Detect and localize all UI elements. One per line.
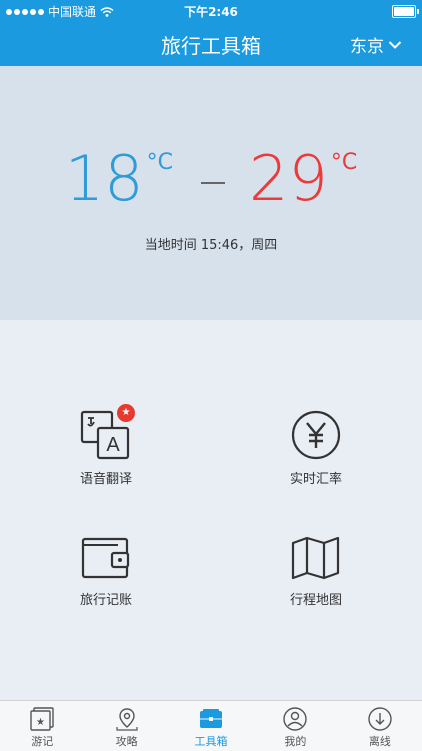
bottom-tab-bar: ★ 游记 攻略 工具箱 我的 离线 bbox=[0, 700, 422, 751]
map-icon bbox=[291, 536, 340, 580]
tab-label: 我的 bbox=[284, 735, 307, 748]
tab-label: 游记 bbox=[31, 735, 54, 748]
tool-label: 语音翻译 bbox=[79, 472, 132, 487]
tool-label: 行程地图 bbox=[289, 593, 342, 608]
tab-toolbox[interactable]: 工具箱 bbox=[169, 701, 253, 751]
header-bar: 中国联通 下午2:46 旅行工具箱 东京 bbox=[0, 0, 422, 66]
tab-label: 离线 bbox=[368, 735, 391, 748]
tab-mine[interactable]: 我的 bbox=[253, 701, 337, 751]
city-label: 东京 bbox=[350, 37, 384, 57]
yen-exchange-icon bbox=[291, 410, 341, 460]
new-badge: ★ bbox=[117, 404, 135, 422]
status-bar: 中国联通 下午2:46 bbox=[0, 0, 422, 22]
temperature-range: 18 °C 29 °C bbox=[0, 148, 422, 210]
location-pin-icon bbox=[116, 708, 138, 731]
range-dash bbox=[201, 182, 225, 184]
battery-icon bbox=[392, 5, 419, 18]
tool-travel-expense[interactable]: 旅行记账 bbox=[46, 535, 166, 608]
tab-label: 工具箱 bbox=[194, 735, 228, 748]
tab-travelogue[interactable]: ★ 游记 bbox=[0, 701, 84, 751]
toolbox-icon bbox=[200, 709, 223, 728]
tool-voice-translate[interactable]: A ★ 语音翻译 bbox=[46, 404, 166, 487]
tab-label: 攻略 bbox=[115, 735, 138, 748]
local-time: 当地时间 15:46，周四 bbox=[144, 238, 278, 253]
city-selector[interactable]: 东京 bbox=[350, 32, 402, 57]
tool-label: 实时汇率 bbox=[289, 472, 342, 487]
low-temperature-unit: °C bbox=[146, 150, 173, 175]
tool-label: 旅行记账 bbox=[79, 593, 132, 608]
svg-text:★: ★ bbox=[36, 717, 45, 728]
svg-text:A: A bbox=[106, 434, 120, 456]
high-temperature-unit: °C bbox=[330, 150, 358, 175]
star-card-icon: ★ bbox=[30, 707, 54, 731]
wallet-icon bbox=[81, 537, 130, 579]
weather-panel: 18 °C 29 °C 当地时间 15:46，周四 bbox=[0, 66, 422, 320]
tool-exchange-rate[interactable]: 实时汇率 bbox=[256, 410, 376, 487]
tool-itinerary-map[interactable]: 行程地图 bbox=[256, 535, 376, 608]
tab-guide[interactable]: 攻略 bbox=[84, 701, 168, 751]
chevron-down-icon bbox=[388, 40, 402, 49]
status-time: 下午2:46 bbox=[184, 5, 238, 19]
tab-offline[interactable]: 离线 bbox=[338, 701, 422, 751]
low-temperature: 18 bbox=[64, 142, 144, 215]
user-icon bbox=[283, 707, 308, 731]
download-icon bbox=[368, 707, 392, 731]
high-temperature: 29 bbox=[249, 142, 328, 215]
